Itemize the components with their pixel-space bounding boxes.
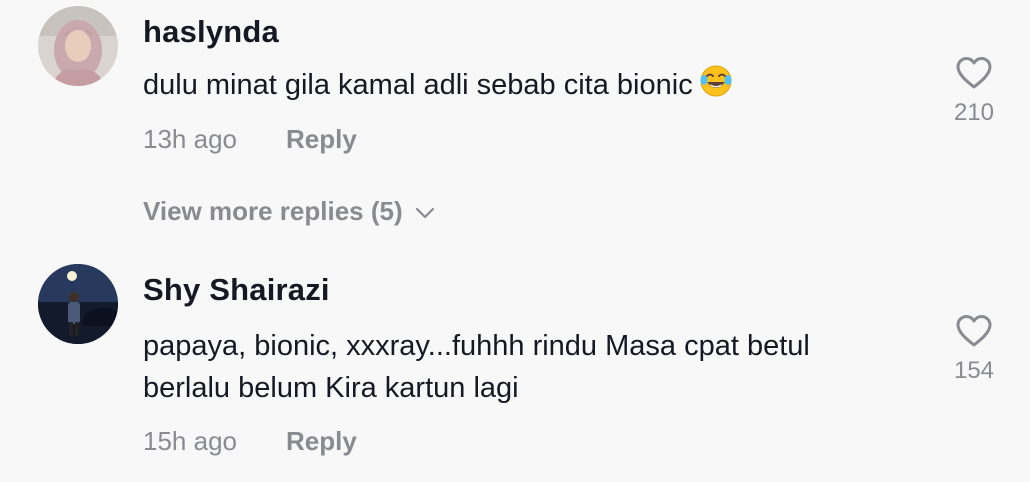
comment-text-line-2: berlalu belum Kira kartun lagi <box>143 372 519 404</box>
comment-username[interactable]: Shy Shairazi <box>143 272 330 308</box>
heart-outline-icon <box>955 315 993 352</box>
comment-timestamp: 15h ago <box>143 426 237 456</box>
reply-button[interactable]: Reply <box>286 426 357 457</box>
avatar[interactable] <box>38 264 118 344</box>
comment-username[interactable]: haslynda <box>143 14 279 50</box>
comment-item: haslynda dulu minat gila kamal adli seba… <box>0 0 1030 180</box>
chevron-down-icon <box>415 207 434 219</box>
view-more-replies-button[interactable]: View more replies (5) <box>143 196 435 227</box>
comment-list: haslynda dulu minat gila kamal adli seba… <box>0 0 1030 482</box>
reply-button[interactable]: Reply <box>286 124 357 155</box>
comment-text-line-1: papaya, bionic, xxxray...fuhhh rindu Mas… <box>143 330 810 362</box>
face-with-tears-of-joy-icon <box>699 64 733 110</box>
comment-text-content: dulu minat gila kamal adli sebab cita bi… <box>143 69 693 101</box>
like-button[interactable]: 210 <box>948 56 1000 127</box>
like-count: 154 <box>953 357 995 384</box>
comment-item: Shy Shairazi papaya, bionic, xxxray...fu… <box>0 258 1030 482</box>
heart-outline-icon <box>955 57 993 94</box>
avatar[interactable] <box>38 6 118 86</box>
like-count: 210 <box>953 99 995 126</box>
view-more-replies-label: View more replies (5) <box>143 196 403 226</box>
comment-timestamp: 13h ago <box>143 124 237 154</box>
like-button[interactable]: 154 <box>948 314 1000 385</box>
comment-text: dulu minat gila kamal adli sebab cita bi… <box>143 64 733 110</box>
